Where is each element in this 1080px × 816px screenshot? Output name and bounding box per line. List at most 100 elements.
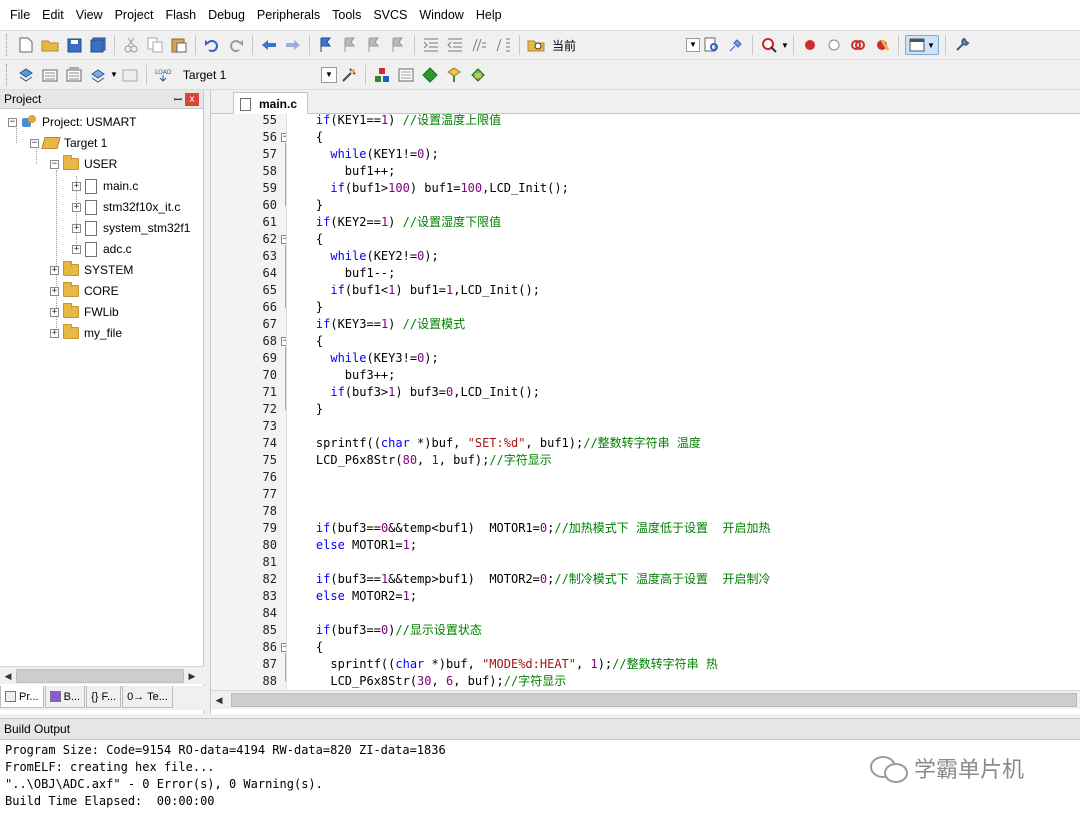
configure-wrench-icon[interactable]	[952, 35, 972, 55]
bookmark-prev-icon[interactable]	[340, 35, 360, 55]
redo-icon[interactable]	[226, 35, 246, 55]
open-folder-icon[interactable]	[40, 35, 60, 55]
navigate-forward-icon[interactable]	[283, 35, 303, 55]
save-icon[interactable]	[64, 35, 84, 55]
project-horizontal-scrollbar[interactable]: ◀ ▶	[0, 666, 204, 684]
code-line[interactable]: {	[287, 129, 323, 146]
window-layout-icon[interactable]: ▼	[904, 35, 939, 55]
cut-icon[interactable]	[121, 35, 141, 55]
code-line[interactable]: if(KEY1==1) //设置温度上限值	[287, 114, 501, 129]
breakpoint-insert-icon[interactable]	[800, 35, 820, 55]
code-line[interactable]: while(KEY2!=0);	[287, 248, 438, 265]
tree-item-file[interactable]: + main.c	[72, 176, 138, 196]
menu-peripherals[interactable]: Peripherals	[251, 0, 326, 30]
collapse-icon[interactable]: −	[8, 117, 17, 127]
find-dropdown-arrow[interactable]: ▼	[686, 38, 700, 52]
tree-item-file[interactable]: + system_stm32f1	[72, 218, 190, 238]
code-area[interactable]: if(KEY1==1) //设置温度上限值 { while(KEY1!=0); …	[287, 114, 1080, 690]
expand-icon[interactable]: +	[72, 244, 81, 254]
tree-item-folder[interactable]: + FWLib	[50, 302, 119, 322]
code-line[interactable]: }	[287, 299, 323, 316]
expand-icon[interactable]: +	[50, 328, 59, 338]
code-line[interactable]: while(KEY1!=0);	[287, 146, 438, 163]
tree-item-project[interactable]: − Project: USMART	[8, 112, 136, 132]
new-file-icon[interactable]	[16, 35, 36, 55]
menu-help[interactable]: Help	[470, 0, 508, 30]
collapse-icon[interactable]: −	[30, 138, 39, 148]
batch-build-icon[interactable]	[88, 65, 108, 85]
expand-icon[interactable]: +	[72, 181, 81, 191]
find-icon[interactable]	[702, 35, 722, 55]
pack-installer-icon[interactable]	[444, 65, 464, 85]
editor-horizontal-scrollbar[interactable]: ◀	[211, 690, 1080, 709]
scroll-right-arrow-icon[interactable]: ▶	[184, 668, 200, 684]
batch-dropdown-arrow[interactable]: ▼	[110, 70, 118, 79]
breakpoint-enable-icon[interactable]	[824, 35, 844, 55]
pack-update-icon[interactable]	[468, 65, 488, 85]
code-line[interactable]: LCD_P6x8Str(30, 6, buf);//字符显示	[287, 673, 566, 690]
code-line[interactable]: sprintf((char *)buf, "SET:%d", buf1);//整…	[287, 435, 701, 452]
scrollbar-thumb[interactable]	[16, 668, 184, 683]
translate-icon[interactable]	[16, 65, 36, 85]
tree-item-user-folder[interactable]: − USER	[50, 154, 117, 174]
find-text[interactable]: 当前	[552, 37, 682, 54]
tab-functions[interactable]: {} F...	[86, 686, 122, 708]
tree-item-target[interactable]: − Target 1	[30, 133, 107, 153]
manage-project-items-icon[interactable]	[372, 65, 392, 85]
code-line[interactable]: {	[287, 639, 323, 656]
code-line[interactable]: if(buf3==0&&temp<buf1) MOTOR1=0;//加热模式下 …	[287, 520, 771, 537]
code-line[interactable]: if(buf3==1&&temp>buf1) MOTOR2=0;//制冷模式下 …	[287, 571, 771, 588]
code-line[interactable]: if(buf3==0)//显示设置状态	[287, 622, 482, 639]
comment-icon[interactable]	[469, 35, 489, 55]
menu-project[interactable]: Project	[109, 0, 160, 30]
menu-debug[interactable]: Debug	[202, 0, 251, 30]
close-icon[interactable]: x	[185, 92, 199, 106]
save-all-icon[interactable]	[88, 35, 108, 55]
breakpoint-disable-all-icon[interactable]	[848, 35, 868, 55]
menu-svcs[interactable]: SVCS	[367, 0, 413, 30]
expand-icon[interactable]: +	[72, 223, 81, 233]
code-line[interactable]: else MOTOR2=1;	[287, 588, 417, 605]
bookmark-clear-icon[interactable]	[388, 35, 408, 55]
toolbar-grip[interactable]	[6, 34, 10, 56]
expand-icon[interactable]: +	[72, 202, 81, 212]
code-line[interactable]: buf1++;	[287, 163, 396, 180]
download-load-icon[interactable]: LOAD	[153, 65, 173, 85]
undo-icon[interactable]	[202, 35, 222, 55]
navigate-back-icon[interactable]	[259, 35, 279, 55]
tab-project[interactable]: Pr...	[0, 686, 44, 708]
collapse-icon[interactable]: −	[50, 159, 59, 169]
breakpoint-kill-all-icon[interactable]	[872, 35, 892, 55]
expand-icon[interactable]: +	[50, 307, 59, 317]
scroll-left-arrow-icon[interactable]: ◀	[0, 668, 16, 684]
indent-icon[interactable]	[421, 35, 441, 55]
code-line[interactable]: {	[287, 333, 323, 350]
tree-item-file[interactable]: + stm32f10x_it.c	[72, 197, 180, 217]
debug-session-icon[interactable]	[759, 35, 779, 55]
menu-tools[interactable]: Tools	[326, 0, 367, 30]
tree-item-folder[interactable]: + CORE	[50, 281, 119, 301]
target-options-icon[interactable]	[339, 65, 359, 85]
code-line[interactable]: LCD_P6x8Str(80, 1, buf);//字符显示	[287, 452, 552, 469]
unindent-icon[interactable]	[445, 35, 465, 55]
menu-edit[interactable]: Edit	[36, 0, 70, 30]
expand-icon[interactable]: +	[50, 286, 59, 296]
pin-icon[interactable]: ꟷ	[171, 92, 185, 106]
code-line[interactable]: }	[287, 401, 323, 418]
code-line[interactable]: if(buf1>100) buf1=100,LCD_Init();	[287, 180, 568, 197]
tab-books[interactable]: B...	[44, 686, 86, 708]
menu-window[interactable]: Window	[413, 0, 469, 30]
code-line[interactable]: if(buf3>1) buf3=0,LCD_Init();	[287, 384, 540, 401]
code-line[interactable]: buf3++;	[287, 367, 396, 384]
tab-templates[interactable]: 0→ Te...	[122, 686, 173, 708]
code-line[interactable]: if(KEY2==1) //设置湿度下限值	[287, 214, 501, 231]
scrollbar-thumb[interactable]	[231, 693, 1077, 707]
paste-icon[interactable]	[169, 35, 189, 55]
code-line[interactable]: if(buf1<1) buf1=1,LCD_Init();	[287, 282, 540, 299]
expand-icon[interactable]: +	[50, 265, 59, 275]
incremental-find-icon[interactable]	[726, 35, 746, 55]
rebuild-icon[interactable]	[64, 65, 84, 85]
bookmark-toggle-icon[interactable]	[316, 35, 336, 55]
toolbar-grip[interactable]	[6, 63, 10, 86]
select-packs-icon[interactable]	[396, 65, 416, 85]
